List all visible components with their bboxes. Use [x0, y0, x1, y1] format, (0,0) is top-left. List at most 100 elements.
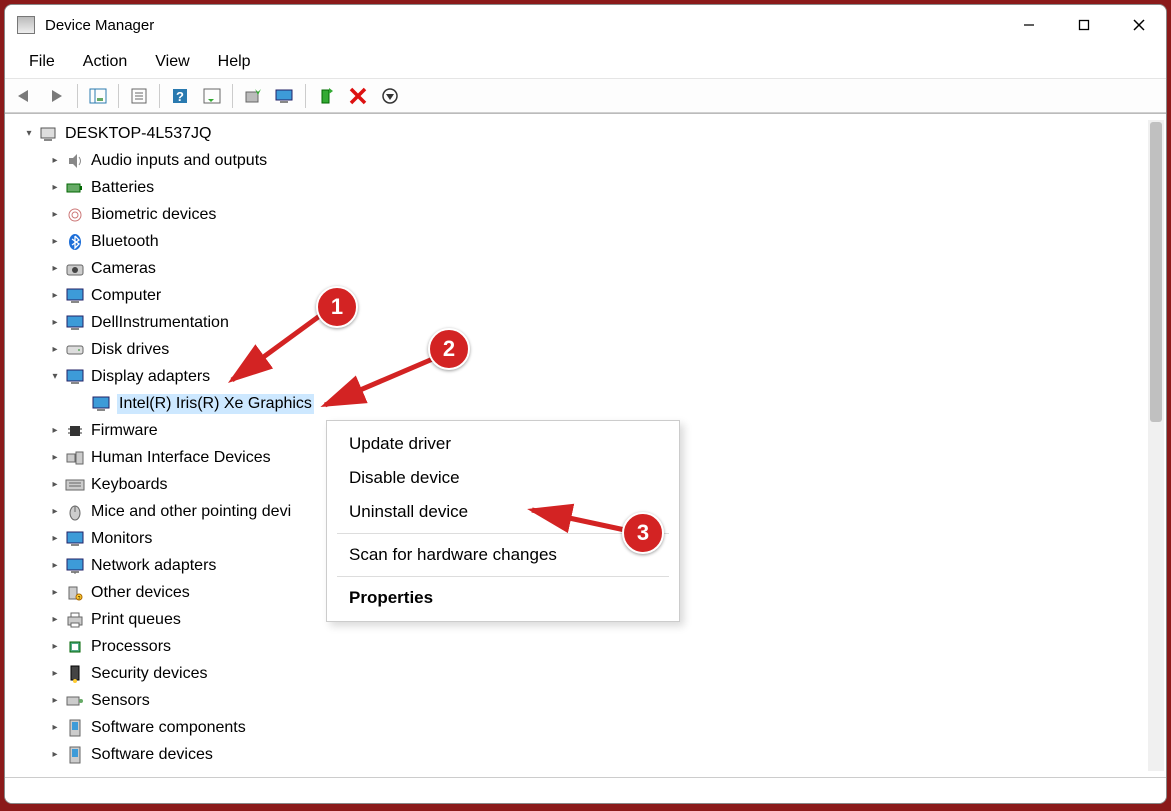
chevron-right-icon[interactable]: ▸: [47, 423, 63, 439]
chevron-right-icon[interactable]: ▸: [47, 531, 63, 547]
chevron-right-icon[interactable]: ▸: [47, 666, 63, 682]
toolbar-add-legacy-button[interactable]: [375, 82, 405, 110]
toolbar-back-button[interactable]: [10, 82, 40, 110]
monitor-icon: [65, 287, 85, 305]
annotation-3: 3: [622, 512, 664, 554]
tree-item-label: Audio inputs and outputs: [91, 152, 267, 170]
svg-text:?: ?: [78, 596, 81, 601]
mouse-icon: [65, 503, 85, 521]
toolbar-help-button[interactable]: ?: [165, 82, 195, 110]
menubar: File Action View Help: [5, 45, 1166, 79]
toolbar-properties-button[interactable]: [124, 82, 154, 110]
toolbar-tree-button[interactable]: [83, 82, 113, 110]
chevron-right-icon[interactable]: ▸: [47, 153, 63, 169]
software-icon: [65, 746, 85, 764]
tree-node-intel-graphics[interactable]: Intel(R) Iris(R) Xe Graphics: [11, 390, 1146, 417]
menu-action[interactable]: Action: [69, 49, 141, 75]
chevron-right-icon[interactable]: ▸: [47, 342, 63, 358]
toolbar-uninstall-button[interactable]: [343, 82, 373, 110]
vertical-scrollbar[interactable]: [1148, 120, 1164, 771]
scrollbar-thumb[interactable]: [1150, 122, 1162, 422]
display-icon: [65, 368, 85, 386]
arrow-left-icon: [16, 89, 34, 103]
arrow-right-icon: [48, 89, 66, 103]
chevron-down-icon[interactable]: ▾: [47, 369, 63, 385]
menu-view[interactable]: View: [141, 49, 203, 75]
chevron-right-icon[interactable]: ▸: [47, 720, 63, 736]
chevron-right-icon[interactable]: ▸: [47, 315, 63, 331]
tree-node-bluetooth[interactable]: ▸ Bluetooth: [11, 228, 1146, 255]
context-menu-disable-device[interactable]: Disable device: [327, 461, 679, 495]
tree-node-security[interactable]: ▸ Security devices: [11, 660, 1146, 687]
toolbar-separator: [232, 84, 233, 108]
speaker-icon: [65, 152, 85, 170]
toolbar-forward-button[interactable]: [42, 82, 72, 110]
context-menu-update-driver[interactable]: Update driver: [327, 427, 679, 461]
chevron-right-icon[interactable]: ▸: [47, 747, 63, 763]
context-menu-properties[interactable]: Properties: [327, 581, 679, 615]
chip-icon: [65, 422, 85, 440]
tree-node-cameras[interactable]: ▸ Cameras: [11, 255, 1146, 282]
chevron-right-icon[interactable]: ▸: [47, 693, 63, 709]
tree-item-label: Cameras: [91, 260, 156, 278]
printer-icon: [65, 611, 85, 629]
chevron-right-icon[interactable]: ▸: [47, 207, 63, 223]
svg-text:?: ?: [176, 89, 184, 104]
tree-item-label: Mice and other pointing devi: [91, 503, 291, 521]
tree-node-sw-devices[interactable]: ▸ Software devices: [11, 741, 1146, 768]
tree-item-label: Software devices: [91, 746, 213, 764]
tree-item-label: Sensors: [91, 692, 150, 710]
tree-item-label: Keyboards: [91, 476, 168, 494]
chevron-right-icon[interactable]: ▸: [47, 585, 63, 601]
toolbar-scan-button[interactable]: [270, 82, 300, 110]
tree-node-dell[interactable]: ▸ DellInstrumentation: [11, 309, 1146, 336]
menu-file[interactable]: File: [15, 49, 69, 75]
software-icon: [65, 719, 85, 737]
menu-help[interactable]: Help: [204, 49, 265, 75]
tree-root-node[interactable]: ▾ DESKTOP-4L537JQ: [11, 120, 1146, 147]
chevron-right-icon[interactable]: ▸: [47, 612, 63, 628]
chevron-down-icon[interactable]: ▾: [21, 126, 37, 142]
down-circle-icon: [381, 87, 399, 105]
chevron-right-icon[interactable]: ▸: [47, 261, 63, 277]
tree-item-label: Network adapters: [91, 557, 216, 575]
tree-item-label: DellInstrumentation: [91, 314, 229, 332]
app-icon: [17, 16, 35, 34]
chevron-right-icon[interactable]: ▸: [47, 639, 63, 655]
tree-node-batteries[interactable]: ▸ Batteries: [11, 174, 1146, 201]
toolbar-separator: [77, 84, 78, 108]
minimize-button[interactable]: [1001, 5, 1056, 45]
tree-node-processors[interactable]: ▸ Processors: [11, 633, 1146, 660]
hid-icon: [65, 449, 85, 467]
close-button[interactable]: [1111, 5, 1166, 45]
toolbar-enable-button[interactable]: [311, 82, 341, 110]
chevron-right-icon[interactable]: ▸: [47, 450, 63, 466]
tree-node-audio[interactable]: ▸ Audio inputs and outputs: [11, 147, 1146, 174]
chevron-right-icon[interactable]: ▸: [47, 504, 63, 520]
tree-node-disk[interactable]: ▸ Disk drives: [11, 336, 1146, 363]
toolbar-update-driver-button[interactable]: [238, 82, 268, 110]
tree-item-label: Firmware: [91, 422, 158, 440]
spacer: [73, 396, 89, 412]
update-icon: [244, 87, 262, 105]
chevron-right-icon[interactable]: ▸: [47, 180, 63, 196]
tree-item-label: Monitors: [91, 530, 152, 548]
monitor-icon: [65, 314, 85, 332]
tree-item-label: Display adapters: [91, 368, 210, 386]
toolbar: ?: [5, 79, 1166, 113]
maximize-button[interactable]: [1056, 5, 1111, 45]
chevron-right-icon[interactable]: ▸: [47, 288, 63, 304]
chevron-right-icon[interactable]: ▸: [47, 477, 63, 493]
tree-item-label: Print queues: [91, 611, 181, 629]
tree-node-sw-components[interactable]: ▸ Software components: [11, 714, 1146, 741]
tree-item-label: Software components: [91, 719, 246, 737]
tree-node-biometric[interactable]: ▸ Biometric devices: [11, 201, 1146, 228]
tree-node-display-adapters[interactable]: ▾ Display adapters: [11, 363, 1146, 390]
other-icon: ?: [65, 584, 85, 602]
security-icon: [65, 665, 85, 683]
tree-node-computer[interactable]: ▸ Computer: [11, 282, 1146, 309]
tree-node-sensors[interactable]: ▸ Sensors: [11, 687, 1146, 714]
chevron-right-icon[interactable]: ▸: [47, 558, 63, 574]
chevron-right-icon[interactable]: ▸: [47, 234, 63, 250]
toolbar-action-view-button[interactable]: [197, 82, 227, 110]
